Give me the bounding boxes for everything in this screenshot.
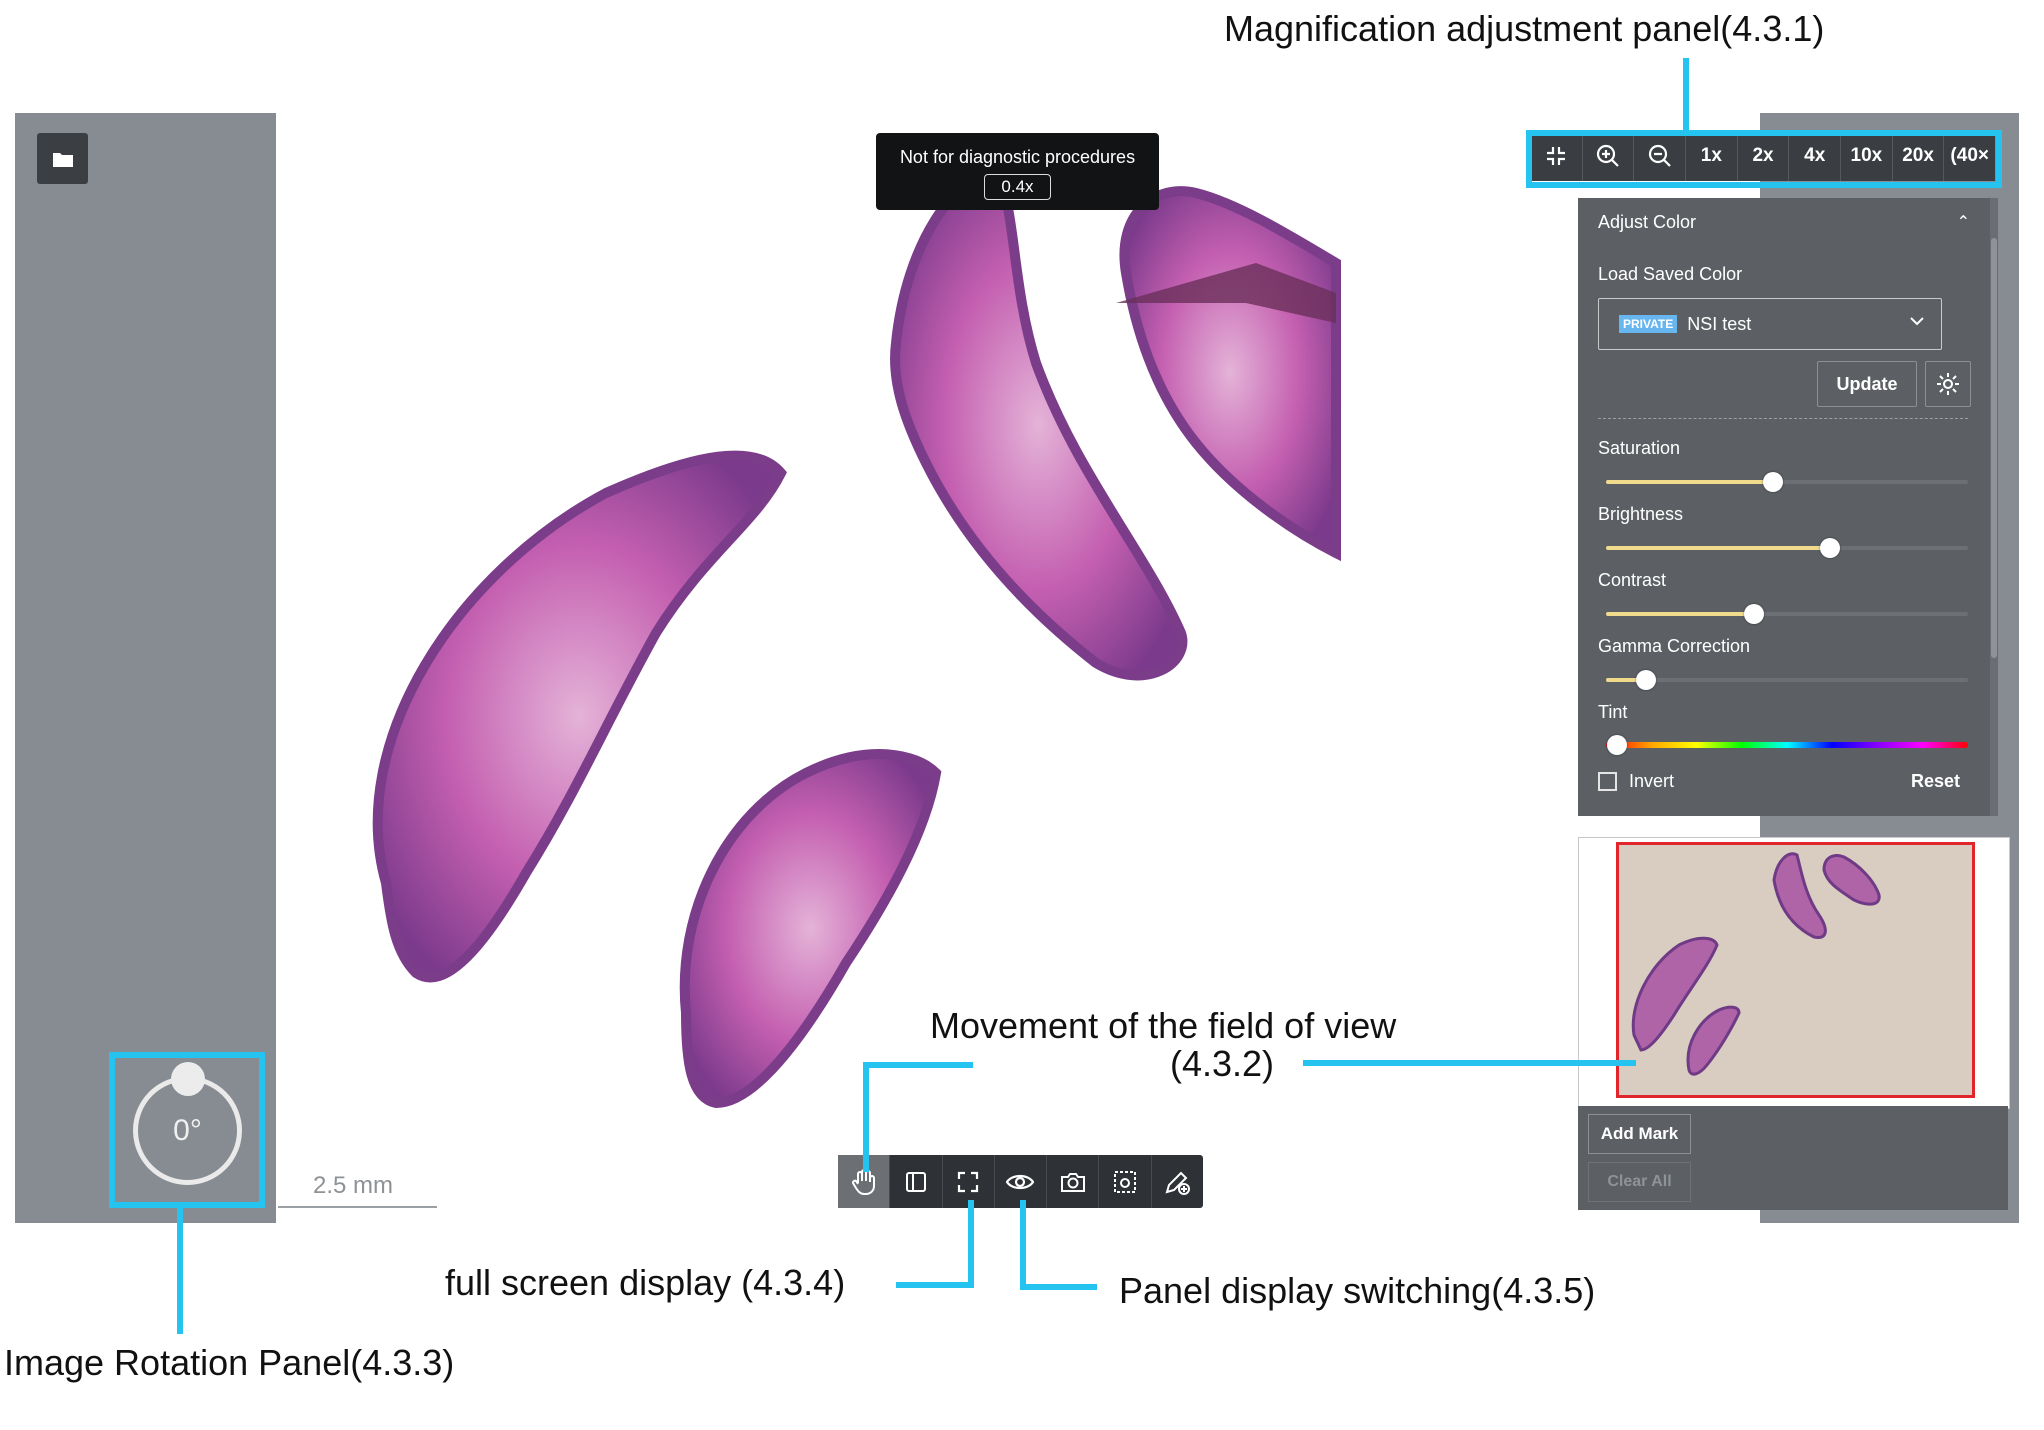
image-rotation-panel: 0° [109,1052,265,1208]
annotation-fullscreen: full screen display (4.3.4) [445,1262,846,1303]
gamma-label: Gamma Correction [1598,636,1751,656]
adjust-color-panel: Adjust Color ⌃ Load Saved Color PRIVATE … [1578,198,1998,816]
annotate-button[interactable] [1152,1155,1203,1208]
panel-icon [905,1171,926,1192]
update-button[interactable]: Update [1817,361,1917,407]
settings-button[interactable] [1925,361,1971,407]
callout-highlight-magnification [1526,130,2002,188]
reset-button[interactable]: Reset [1911,771,1960,792]
rotation-handle[interactable] [171,1062,205,1096]
collapse-icon[interactable]: ⌃ [1957,212,1970,232]
rotation-value: 0° [173,1113,202,1147]
slider-handle[interactable] [1606,735,1627,755]
tissue-section-2 [679,749,942,1109]
fullscreen-icon [958,1171,979,1192]
annotation-rotation: Image Rotation Panel(4.3.3) [4,1342,455,1383]
callout-line [863,1062,869,1172]
scrollbar[interactable] [1990,198,1998,816]
slider-fill [1606,612,1755,616]
region-capture-button[interactable] [1099,1155,1152,1208]
add-mark-button[interactable]: Add Mark [1588,1114,1691,1154]
saved-color-select[interactable]: PRIVATE NSI test [1598,298,1942,350]
slider-handle[interactable] [1744,604,1765,624]
load-saved-label: Load Saved Color [1598,264,1743,284]
folder-button[interactable] [37,133,88,184]
contrast-label: Contrast [1598,570,1667,590]
callout-line [1683,58,1689,132]
callout-line [896,1282,974,1288]
gamma-slider[interactable] [1606,670,1968,690]
annotation-magnification: Magnification adjustment panel(4.3.1) [1224,8,1825,49]
saturation-label: Saturation [1598,438,1681,458]
contrast-slider[interactable] [1606,604,1968,624]
brightness-slider[interactable] [1606,538,1968,558]
callout-line [1020,1284,1097,1290]
slider-handle[interactable] [1762,472,1783,492]
saturation-slider[interactable] [1606,472,1968,492]
thumbnail-image [1631,852,1881,1076]
chevron-down-icon [1910,317,1924,326]
folder-icon [52,152,73,167]
panel-button[interactable] [890,1155,943,1208]
private-badge: PRIVATE [1619,315,1678,333]
slider-fill [1606,546,1831,550]
thumbnail-navigator[interactable] [1578,837,2010,1109]
annotation-movement: Movement of the field of view [930,1005,1397,1046]
checkbox[interactable] [1598,772,1617,791]
tissue-section-4 [1119,186,1341,562]
divider [1598,418,1968,419]
brightness-label: Brightness [1598,504,1684,524]
scale-bar [278,1206,437,1208]
slider-handle[interactable] [1635,670,1656,690]
callout-line [968,1200,974,1288]
slider-fill [1606,480,1773,484]
clear-all-button[interactable]: Clear All [1588,1162,1691,1202]
tint-label: Tint [1598,702,1628,722]
notice-text: Not for diagnostic procedures [899,147,1136,167]
annotation-movement-ref: (4.3.2) [1170,1043,1275,1084]
callout-line [1303,1060,1636,1066]
slider-handle[interactable] [1820,538,1841,558]
eye-icon [1006,1174,1035,1189]
tint-slider[interactable] [1606,735,1968,755]
scale-bar-label: 2.5 mm [313,1172,394,1199]
current-zoom: 0.4x [984,174,1051,200]
panel-title: Adjust Color [1598,212,1697,232]
mark-panel: Add Mark Clear All [1578,1106,2008,1210]
slide-image[interactable] [276,113,1760,1223]
gear-icon [1937,373,1959,395]
diagnostic-notice: Not for diagnostic procedures 0.4x [876,133,1159,210]
callout-line [177,1208,183,1334]
tissue-sections [372,167,1341,1109]
viewport-indicator[interactable] [1616,842,1975,1098]
snapshot-button[interactable] [1047,1155,1100,1208]
camera-icon [1060,1172,1085,1192]
callout-line [1020,1200,1026,1290]
invert-checkbox[interactable]: Invert [1598,771,1674,792]
region-capture-icon [1114,1170,1137,1193]
callout-line [863,1062,973,1068]
annotation-panel-switch: Panel display switching(4.3.5) [1119,1270,1596,1311]
selected-color-value: NSI test [1687,313,1752,334]
invert-label: Invert [1629,771,1675,791]
pen-icon [1165,1171,1191,1195]
